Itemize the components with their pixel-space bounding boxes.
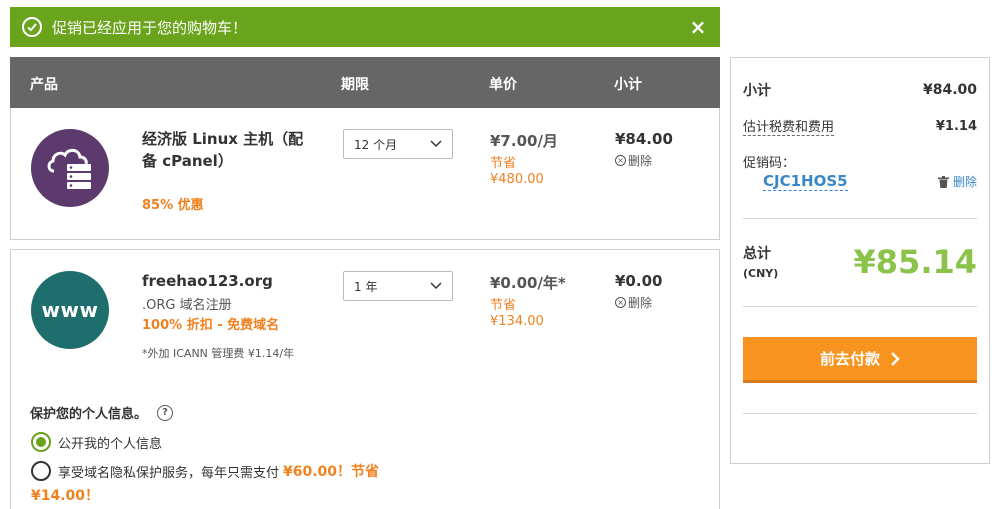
domain-desc: .ORG 域名注册 (142, 298, 232, 313)
promo-label-row: 促销码： (743, 152, 977, 171)
divider (743, 218, 977, 219)
alert-message: 促销已经应用于您的购物车！ (52, 18, 248, 37)
domain-name: freehao123.org (142, 272, 273, 290)
save-label: 节省 (490, 298, 517, 313)
radio-unchecked-icon[interactable] (31, 461, 51, 481)
unit-price: ¥0.00/年* (490, 274, 566, 292)
cloud-server-icon (31, 129, 109, 207)
item-subtotal: ¥0.00 (615, 272, 663, 290)
currency-label: (CNY) (743, 267, 779, 280)
total-row: 总计 (CNY) ¥85.14 (743, 243, 977, 281)
remove-label: 删除 (628, 154, 653, 168)
header-unit-price: 单价 (489, 77, 517, 93)
term-value: 1 年 (354, 279, 378, 294)
privacy-title-text: 保护您的个人信息。 (30, 407, 148, 422)
promo-applied-alert: 促销已经应用于您的购物车！ × (10, 7, 720, 47)
item-subtotal: ¥84.00 (615, 130, 673, 148)
checkout-button[interactable]: 前去付款 (743, 337, 977, 383)
order-summary: 小计 ¥84.00 估计税费和费用 ¥1.14 促销码： CJC1HOS5 删除… (730, 57, 990, 464)
close-icon[interactable]: × (688, 17, 708, 37)
privacy-title: 保护您的个人信息。 ? (30, 403, 174, 422)
summary-subtotal-row: 小计 ¥84.00 (743, 80, 977, 100)
summary-subtotal-label: 小计 (743, 83, 771, 99)
promo-code-row: CJC1HOS5 删除 (763, 172, 977, 191)
promo-discount: 100% 折扣 - 免费域名 (142, 318, 280, 333)
remove-label: 删除 (628, 296, 653, 310)
summary-subtotal-value: ¥84.00 (922, 82, 977, 98)
tax-label[interactable]: 估计税费和费用 (743, 116, 835, 136)
radio-public-label: 公开我的个人信息 (58, 436, 163, 452)
divider (743, 306, 977, 307)
product-name-line2: 备 cPanel） (142, 152, 233, 170)
remove-promo-label: 删除 (952, 175, 977, 189)
promo-code: CJC1HOS5 (763, 172, 848, 191)
trash-icon (937, 175, 949, 188)
radio-checked-icon[interactable] (31, 432, 51, 452)
www-icon-text: www (41, 298, 99, 322)
product-name: 经济版 Linux 主机（配 备 cPanel） (142, 128, 303, 172)
protect-save-amount: ¥14.00！ (31, 488, 100, 504)
radio-protect-label: 享受域名隐私保护服务，每年只需支付 (58, 465, 280, 481)
save-label: 节省 (490, 156, 517, 171)
summary-tax-row: 估计税费和费用 ¥1.14 (743, 116, 977, 136)
remove-item-button[interactable]: × 删除 (615, 152, 652, 169)
save-amount: ¥134.00 (490, 314, 544, 329)
total-label: 总计 (743, 246, 771, 262)
header-term: 期限 (341, 77, 369, 93)
save-amount: ¥480.00 (490, 172, 544, 187)
term-select[interactable]: 1 年 (343, 271, 453, 301)
cart-item-hosting: 经济版 Linux 主机（配 备 cPanel） 85% 优惠 12 个月 ¥7… (10, 108, 720, 240)
radio-privacy-protection[interactable]: 享受域名隐私保护服务，每年只需支付 ¥60.00！节省 (31, 461, 379, 481)
promo-discount: 85% 优惠 (142, 198, 204, 213)
chevron-right-icon (891, 351, 900, 366)
header-subtotal: 小计 (614, 77, 642, 93)
www-icon: www (31, 271, 109, 349)
tax-value: ¥1.14 (935, 118, 977, 134)
chevron-down-icon (430, 282, 442, 290)
check-circle-icon (22, 17, 42, 37)
total-amount: ¥85.14 (853, 243, 977, 281)
radio-public-info[interactable]: 公开我的个人信息 (31, 432, 162, 452)
term-select[interactable]: 12 个月 (343, 129, 453, 159)
promo-label: 促销码： (743, 156, 796, 171)
term-value: 12 个月 (354, 137, 398, 152)
cart-table-header: 产品 期限 单价 小计 (10, 57, 720, 108)
chevron-down-icon (430, 140, 442, 148)
product-name-line1: 经济版 Linux 主机（配 (142, 130, 304, 148)
help-icon[interactable]: ? (157, 404, 174, 421)
remove-circle-icon: × (615, 155, 626, 166)
total-label-group: 总计 (CNY) (743, 243, 778, 280)
remove-promo-button[interactable]: 删除 (937, 173, 977, 190)
unit-price: ¥7.00/月 (490, 132, 558, 150)
divider (743, 413, 977, 414)
protect-price: ¥60.00！节省 (283, 464, 380, 480)
icann-fee-note: *外加 ICANN 管理费 ¥1.14/年 (142, 347, 295, 360)
remove-circle-icon: × (615, 297, 626, 308)
checkout-label: 前去付款 (819, 350, 880, 368)
remove-item-button[interactable]: × 删除 (615, 294, 652, 311)
header-product: 产品 (30, 77, 58, 93)
cart-item-domain: www freehao123.org .ORG 域名注册 100% 折扣 - 免… (10, 249, 720, 509)
